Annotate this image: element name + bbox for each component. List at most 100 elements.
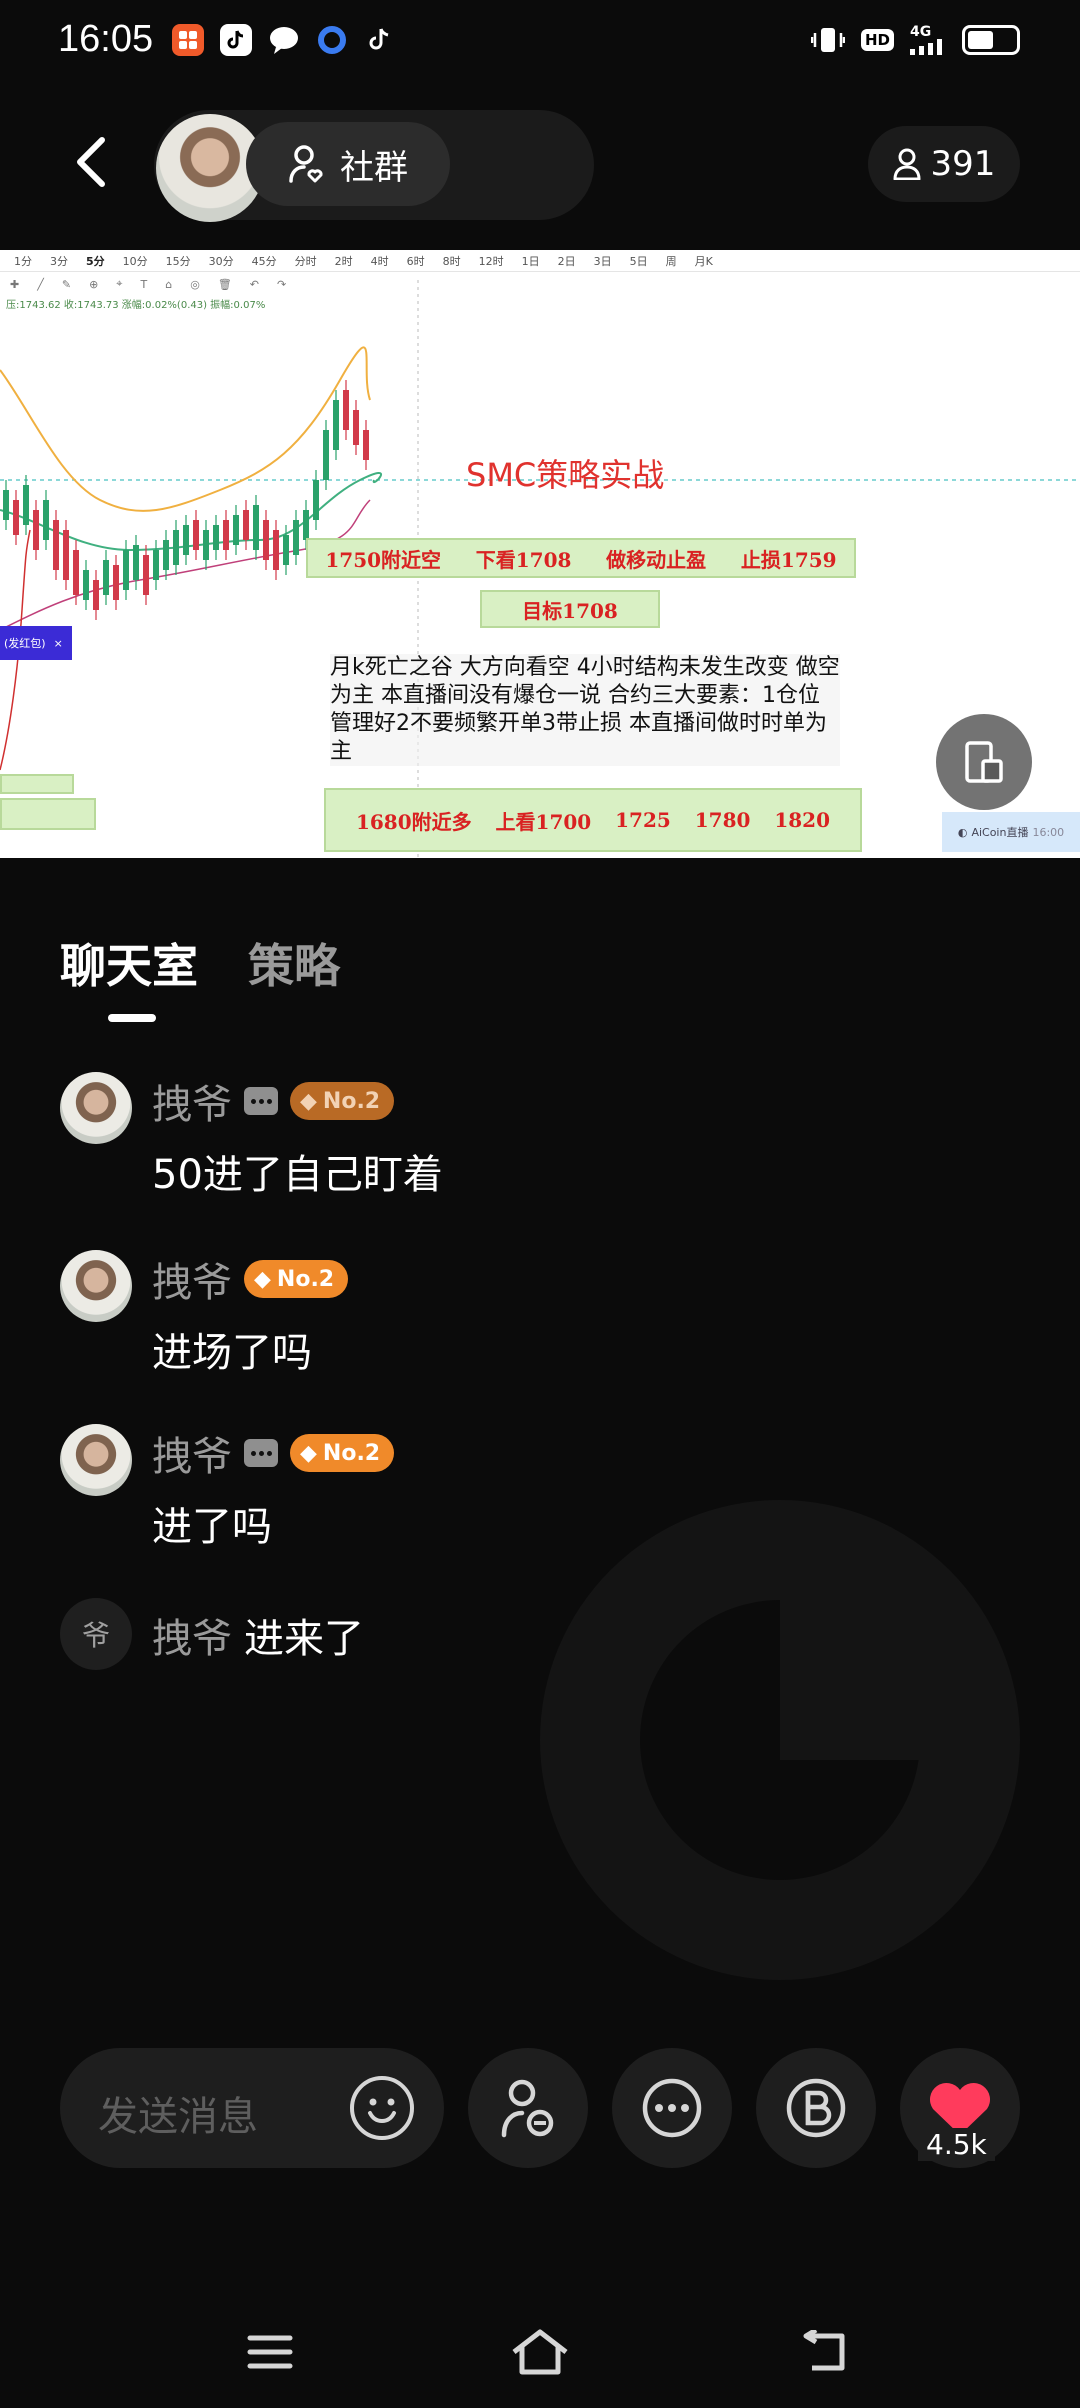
- user-avatar[interactable]: [60, 1250, 132, 1322]
- candle-body: [313, 480, 319, 520]
- live-video[interactable]: 1分 3分 5分 10分 15分 30分 45分 分时 2时 4时 6时 8时 12时 1日 2日 3日 5日周…: [0, 250, 1080, 858]
- message-text: 进场了吗: [152, 1330, 312, 1376]
- aicoin-watermark: ◐ AiCoin直播 16:00: [942, 812, 1080, 852]
- user-avatar-letter[interactable]: 爷: [60, 1598, 132, 1670]
- candle-body: [193, 520, 199, 550]
- candle-body: [23, 485, 29, 525]
- red-packet-tag[interactable]: (发红包) ×: [0, 626, 72, 660]
- community-label: 社群: [340, 147, 408, 188]
- user-follow-button[interactable]: [468, 2048, 588, 2168]
- candle-body: [143, 555, 149, 595]
- chat-bubble-icon: [244, 1087, 278, 1115]
- rank-badge-label: No.2: [322, 1440, 381, 1466]
- chevron-left-icon: [77, 137, 105, 187]
- message-text: 50进了自己盯着: [152, 1152, 443, 1198]
- vibrate-icon: [810, 22, 845, 58]
- zone-band-left: [0, 798, 96, 830]
- pip-button[interactable]: [936, 714, 1032, 810]
- short-plan-band: 1750附近空 下看1708 做移动止盈 止损1759: [306, 538, 856, 578]
- message-author[interactable]: 拽爷: [152, 1424, 232, 1482]
- candle-body: [43, 500, 49, 540]
- long-plan-band: 1680附近多 上看1700 1725 1780 1820: [324, 788, 862, 852]
- status-indicators: HD 4G: [810, 22, 1020, 58]
- message-author[interactable]: 拽爷: [152, 1250, 232, 1308]
- chat-message: 拽爷 ◆ No.2 50进了自己盯着: [60, 1072, 1020, 1202]
- long-entry: 1680附近多: [355, 809, 472, 834]
- candle-body: [93, 580, 99, 610]
- back-nav-button[interactable]: [792, 2320, 856, 2384]
- system-nav-bar: [0, 2300, 1080, 2408]
- rank-badge: ◆ No.2: [290, 1434, 395, 1472]
- long-target-1: 上看1700: [495, 809, 592, 834]
- candle-body: [223, 520, 229, 550]
- hd-label: HD: [860, 29, 894, 51]
- short-entry: 1750附近空: [325, 547, 442, 572]
- tab-chatroom[interactable]: 聊天室: [60, 930, 198, 996]
- candle-body: [273, 530, 279, 570]
- pip-icon: [965, 741, 1003, 783]
- live-header: 拽爷 70 社群 391: [0, 100, 1080, 230]
- chat-join-message: 爷 拽爷 进来了: [60, 1598, 1020, 1678]
- candle-body: [113, 565, 119, 600]
- message-author-row: 拽爷 ◆ No.2: [152, 1424, 395, 1482]
- message-author[interactable]: 拽爷: [152, 1606, 232, 1664]
- content-tabs: 聊天室 策略: [60, 930, 340, 996]
- rank-badge-label: No.2: [322, 1088, 381, 1114]
- user-avatar[interactable]: [60, 1072, 132, 1144]
- candle-body: [323, 430, 329, 480]
- candle-body: [203, 530, 209, 560]
- viewer-count-button[interactable]: 391: [868, 126, 1020, 202]
- short-target: 下看1708: [475, 547, 572, 572]
- tab-strategy[interactable]: 策略: [248, 930, 340, 996]
- candle-body: [173, 530, 179, 565]
- message-text: 进了吗: [152, 1504, 272, 1550]
- home-button[interactable]: [508, 2320, 572, 2384]
- watermark-time: 16:00: [1032, 825, 1065, 839]
- watermark-label: AiCoin直播: [971, 826, 1029, 839]
- short-stop: 止损1759: [740, 547, 837, 572]
- tab-active-indicator: [108, 1014, 156, 1022]
- long-target-4: 1820: [774, 808, 830, 832]
- message-author-row: 拽爷 进来了: [152, 1606, 364, 1664]
- candle-body: [123, 550, 129, 590]
- candles: [3, 380, 369, 620]
- candle-body: [303, 510, 309, 540]
- emoji-button[interactable]: [350, 2076, 414, 2140]
- video-title: SMC策略实战: [466, 456, 665, 494]
- target-label: 目标1708: [522, 598, 618, 623]
- diamond-icon: ◆: [254, 1266, 271, 1292]
- message-input[interactable]: 发送消息: [60, 2048, 444, 2168]
- candle-body: [183, 525, 189, 555]
- message-author[interactable]: 拽爷: [152, 1072, 232, 1130]
- diamond-icon: ◆: [300, 1088, 317, 1114]
- candle-body: [363, 430, 369, 460]
- candle-body: [343, 390, 349, 430]
- candle-body: [213, 525, 219, 550]
- user-avatar[interactable]: [60, 1424, 132, 1496]
- close-icon[interactable]: ×: [54, 637, 63, 650]
- coin-b-icon: [786, 2078, 846, 2138]
- coin-button[interactable]: [756, 2048, 876, 2168]
- candle-body: [243, 510, 249, 540]
- host-profile[interactable]: 拽爷 70 社群: [154, 110, 594, 222]
- menu-icon: [247, 2335, 293, 2369]
- candle-body: [153, 550, 159, 580]
- candle-body: [233, 515, 239, 545]
- candle-body: [163, 540, 169, 570]
- short-trailing: 做移动止盈: [606, 547, 707, 572]
- chat-message: 拽爷 ◆ No.2 进场了吗: [60, 1250, 1020, 1380]
- status-app-icons: [172, 24, 396, 56]
- hd-icon: HD: [860, 22, 894, 58]
- target-band: 目标1708: [480, 590, 660, 628]
- long-target-3: 1780: [694, 808, 751, 832]
- more-button[interactable]: [612, 2048, 732, 2168]
- menu-button[interactable]: [238, 2320, 302, 2384]
- tiktok-icon: [364, 24, 396, 56]
- user-minus-icon: [501, 2079, 554, 2138]
- candle-body: [53, 520, 59, 570]
- diamond-icon: ◆: [300, 1440, 317, 1466]
- community-button[interactable]: 社群: [246, 122, 450, 206]
- back-button[interactable]: [60, 130, 120, 194]
- rank-badge: ◆ No.2: [244, 1260, 349, 1298]
- candle-body: [283, 535, 289, 565]
